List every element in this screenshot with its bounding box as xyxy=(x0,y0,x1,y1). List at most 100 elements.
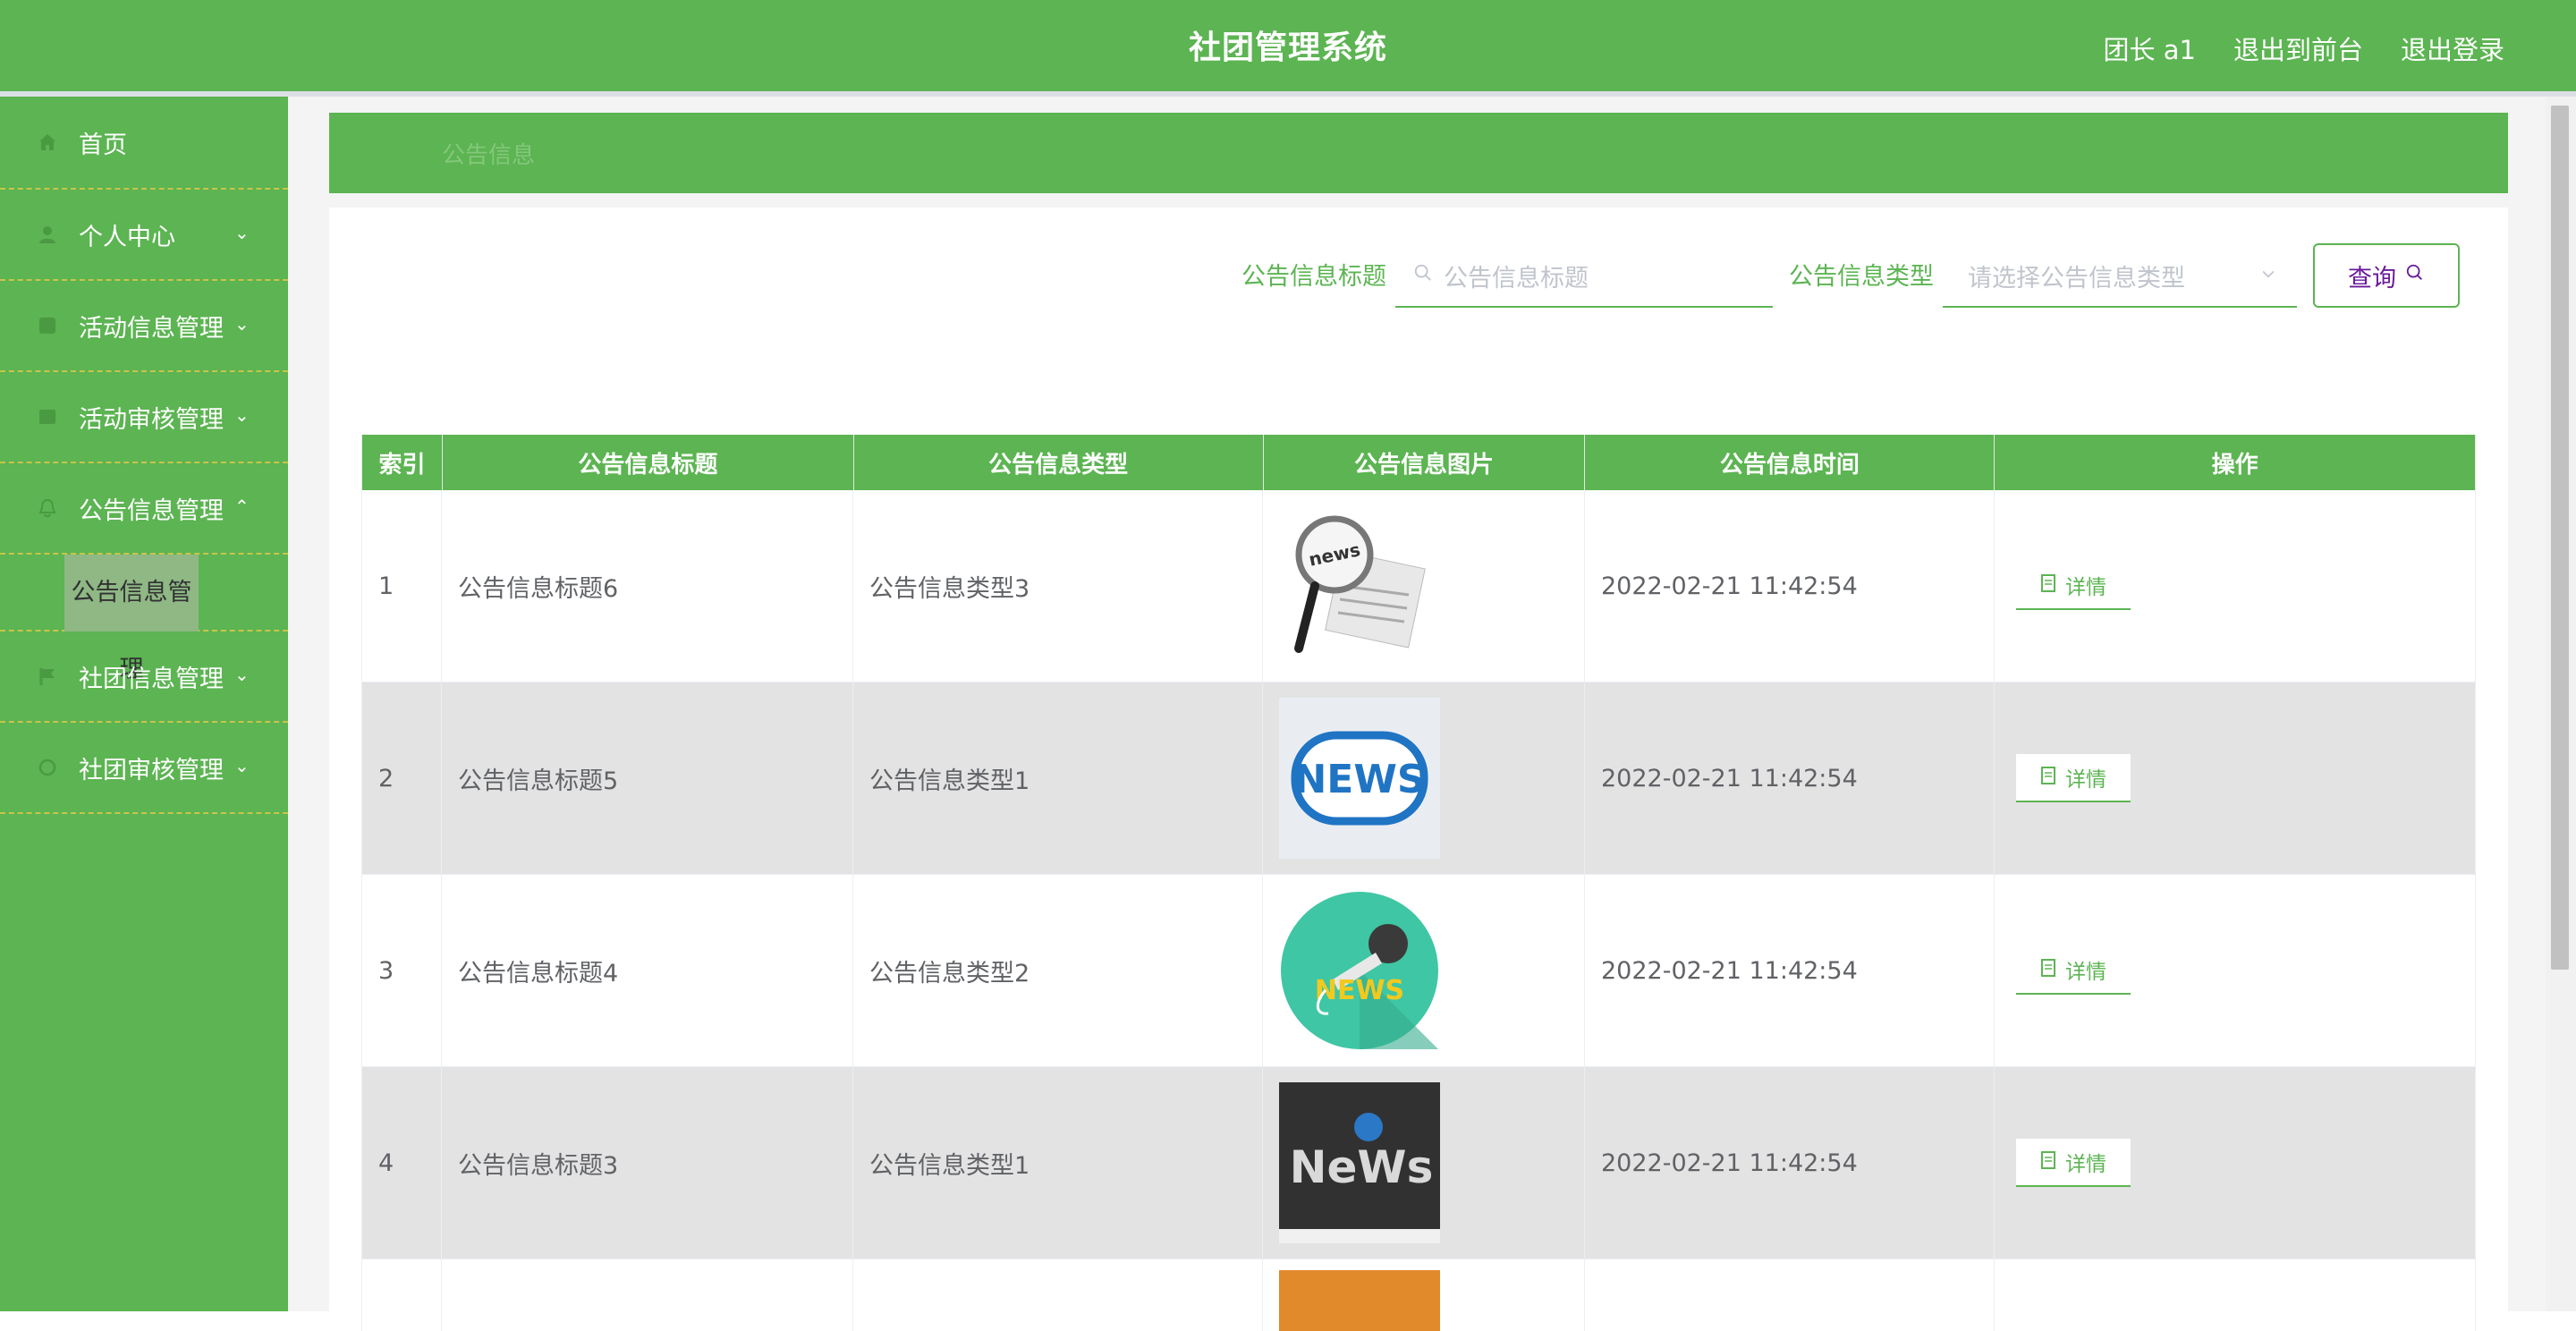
cell-image: news xyxy=(1263,490,1585,682)
notice-icon xyxy=(36,496,59,520)
cell-time xyxy=(1585,1259,1995,1331)
breadcrumb-current[interactable]: 公告信息 xyxy=(442,137,535,170)
sidebar-item-home[interactable]: 首页 xyxy=(0,97,288,190)
notice-image-thumbnail[interactable]: news xyxy=(1279,505,1440,666)
logout-link[interactable]: 退出登录 xyxy=(2401,30,2504,67)
cell-image: NEWS xyxy=(1263,682,1585,874)
document-icon xyxy=(2040,958,2056,981)
title-search-placeholder: 公告信息标题 xyxy=(1444,264,1589,292)
chevron-down-icon: ⌄ xyxy=(234,313,250,335)
query-button[interactable]: 查询 xyxy=(2313,243,2460,308)
news-image-text: NeWs xyxy=(1290,1141,1434,1193)
notice-image-thumbnail[interactable] xyxy=(1279,1270,1440,1331)
column-header-image: 公告信息图片 xyxy=(1264,435,1586,490)
breadcrumb: 公告信息 xyxy=(329,113,2508,193)
user-links: 团长 a1 退出到前台 退出登录 xyxy=(2066,0,2504,97)
notice-table: 索引 公告信息标题 公告信息类型 公告信息图片 公告信息时间 操作 1 公告信息… xyxy=(361,435,2477,1331)
notice-image-thumbnail[interactable]: NEWS xyxy=(1279,890,1440,1051)
content-panel: 公告信息标题 公告信息标题 公告信息类型 请选择公告信息类型 查询 索引 公告信… xyxy=(329,208,2508,1331)
table-row: 1 公告信息标题6 公告信息类型3 news 2022-02-21 11:42:… xyxy=(361,490,2476,682)
table-header: 索引 公告信息标题 公告信息类型 公告信息图片 公告信息时间 操作 xyxy=(361,435,2477,490)
column-header-title: 公告信息标题 xyxy=(443,435,854,490)
user-icon xyxy=(36,223,59,246)
user-name-link[interactable]: 团长 a1 xyxy=(2104,30,2196,67)
sidebar-item-label: 活动审核管理 xyxy=(79,405,224,434)
document-icon xyxy=(2040,573,2056,597)
cell-title: 公告信息标题4 xyxy=(442,875,853,1066)
cell-type: 公告信息类型1 xyxy=(853,1067,1263,1259)
search-icon xyxy=(2405,263,2425,288)
cell-title: 公告信息标题6 xyxy=(442,490,853,682)
audit-icon xyxy=(36,756,59,779)
cell-action xyxy=(1995,1259,2476,1331)
flag-icon xyxy=(36,665,59,688)
sidebar-item-activity-review[interactable]: 活动审核管理 ⌄ xyxy=(0,372,288,463)
document-icon xyxy=(2040,1150,2056,1174)
type-search-label: 公告信息类型 xyxy=(1789,263,1934,291)
cell-index xyxy=(361,1259,442,1331)
cell-image: NEWS xyxy=(1263,875,1585,1066)
table-row: 3 公告信息标题4 公告信息类型2 NEWS 2022-02-21 11:42:… xyxy=(361,875,2476,1067)
chevron-down-icon: ⌄ xyxy=(234,404,250,426)
cell-type: 公告信息类型3 xyxy=(853,490,1263,682)
detail-button[interactable]: 详情 xyxy=(2016,1139,2131,1187)
notice-image-thumbnail[interactable]: NeWs xyxy=(1279,1082,1440,1243)
chevron-up-icon: ⌃ xyxy=(234,496,250,517)
chevron-down-icon: ⌄ xyxy=(234,755,250,776)
cell-time: 2022-02-21 11:42:54 xyxy=(1585,1067,1995,1259)
cell-action: 详情 xyxy=(1995,875,2476,1066)
sidebar-item-label: 社团信息管理 xyxy=(79,665,224,693)
submenu-notice: 公告信息管理 xyxy=(0,555,288,683)
news-image-text: NEWS xyxy=(1315,975,1404,1006)
cell-index: 2 xyxy=(361,682,442,874)
document-icon xyxy=(2040,766,2056,789)
cell-action: 详情 xyxy=(1995,682,2476,874)
submenu-item-notice-manage[interactable]: 公告信息管理 xyxy=(64,555,199,683)
review-icon xyxy=(36,405,59,428)
sidebar-item-notice[interactable]: 公告信息管理 ⌃ xyxy=(0,463,288,555)
table-row: 2 公告信息标题5 公告信息类型1 NEWS 2022-02-21 11:42:… xyxy=(361,682,2476,875)
sidebar: 首页 个人中心 ⌄ 活动信息管理 ⌄ 活动审核管理 ⌄ 公告信息管理 ⌃ 公告信… xyxy=(0,97,288,1311)
notice-image-thumbnail[interactable]: NEWS xyxy=(1279,698,1440,859)
detail-button-label: 详情 xyxy=(2065,576,2106,599)
sidebar-item-label: 社团审核管理 xyxy=(79,756,224,784)
cell-time: 2022-02-21 11:42:54 xyxy=(1585,682,1995,874)
sidebar-item-label: 首页 xyxy=(79,131,127,159)
detail-button-label: 详情 xyxy=(2065,1153,2106,1176)
column-header-type: 公告信息类型 xyxy=(854,435,1264,490)
column-header-action: 操作 xyxy=(1995,435,2477,490)
cell-type: 公告信息类型2 xyxy=(853,875,1263,1066)
sidebar-item-profile[interactable]: 个人中心 ⌄ xyxy=(0,190,288,281)
type-select[interactable]: 请选择公告信息类型 xyxy=(1943,245,2297,308)
chevron-down-icon: ⌄ xyxy=(234,664,250,685)
detail-button[interactable]: 详情 xyxy=(2016,754,2131,802)
sidebar-item-activity[interactable]: 活动信息管理 ⌄ xyxy=(0,281,288,372)
cell-index: 1 xyxy=(361,490,442,682)
cell-index: 4 xyxy=(361,1067,442,1259)
title-search-input[interactable]: 公告信息标题 xyxy=(1395,245,1773,308)
cell-image xyxy=(1263,1259,1585,1331)
news-image-text: NEWS xyxy=(1293,757,1425,802)
page-scrollbar-thumb[interactable] xyxy=(2551,106,2569,970)
search-icon xyxy=(1413,263,1433,288)
sidebar-item-club-review[interactable]: 社团审核管理 ⌄ xyxy=(0,723,288,814)
sidebar-item-label: 公告信息管理 xyxy=(79,496,224,525)
sidebar-item-label: 个人中心 xyxy=(79,223,175,251)
exit-to-front-link[interactable]: 退出到前台 xyxy=(2233,30,2363,67)
detail-button[interactable]: 详情 xyxy=(2016,946,2131,995)
chevron-down-icon xyxy=(2259,263,2277,288)
type-select-placeholder: 请选择公告信息类型 xyxy=(1968,264,2185,292)
cell-time: 2022-02-21 11:42:54 xyxy=(1585,875,1995,1066)
chevron-down-icon: ⌄ xyxy=(234,222,250,243)
detail-button[interactable]: 详情 xyxy=(2016,562,2131,610)
query-button-label: 查询 xyxy=(2348,264,2396,292)
cell-image: NeWs xyxy=(1263,1067,1585,1259)
cell-action: 详情 xyxy=(1995,1067,2476,1259)
title-search-label: 公告信息标题 xyxy=(1241,263,1386,291)
cell-index: 3 xyxy=(361,875,442,1066)
cell-title: 公告信息标题5 xyxy=(442,682,853,874)
sidebar-item-label: 活动信息管理 xyxy=(79,314,224,343)
cell-title xyxy=(442,1259,853,1331)
home-icon xyxy=(36,131,59,154)
sidebar-item-club[interactable]: 社团信息管理 ⌄ xyxy=(0,632,288,723)
